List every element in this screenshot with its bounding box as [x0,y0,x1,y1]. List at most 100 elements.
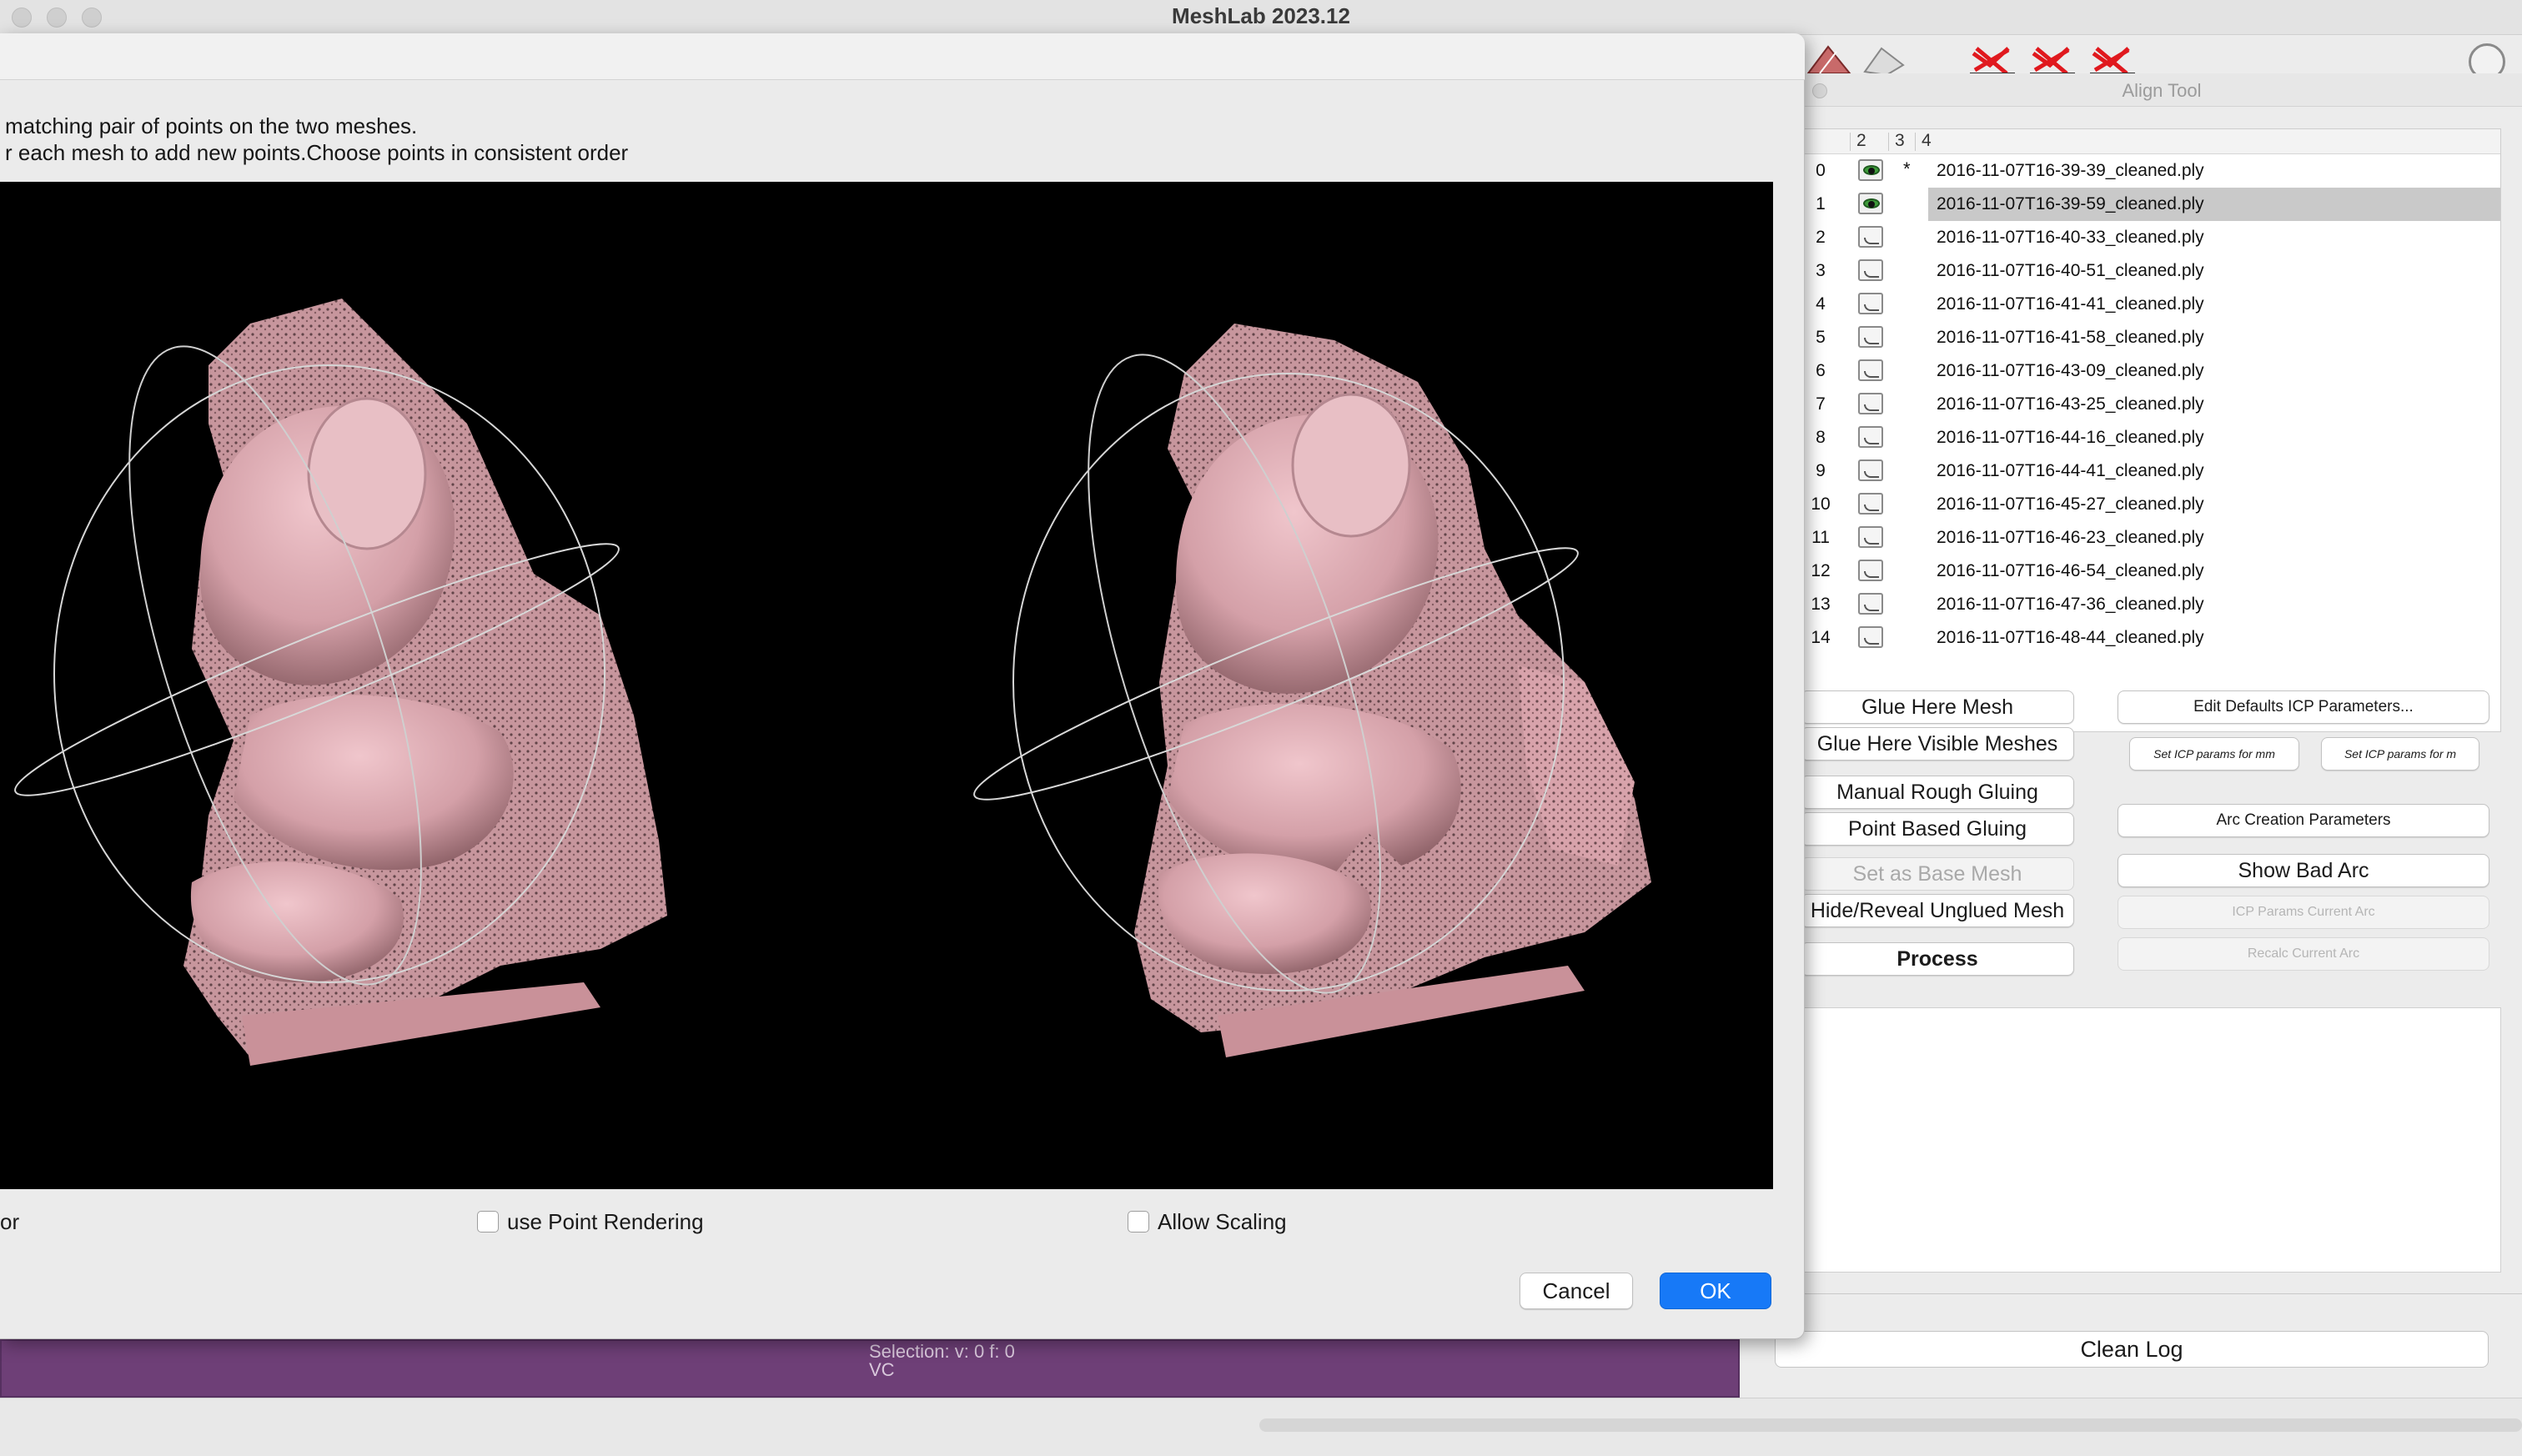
mesh-row[interactable]: 11 2016-11-07T16-46-23_cleaned.ply [1805,521,2500,555]
hide-reveal-unglued-mesh-button[interactable]: Hide/Reveal Unglued Mesh [1801,894,2074,927]
instruction-line-1: matching pair of points on the two meshe… [5,113,418,138]
base-mesh-marker: * [1903,158,1911,179]
mesh-row[interactable]: 5 2016-11-07T16-41-58_cleaned.ply [1805,321,2500,354]
mesh-row[interactable]: 4 2016-11-07T16-41-41_cleaned.ply [1805,288,2500,321]
mesh-row[interactable]: 7 2016-11-07T16-43-25_cleaned.ply [1805,388,2500,421]
arc-creation-parameters-button[interactable]: Arc Creation Parameters [2118,804,2489,837]
mesh-filename[interactable]: 2016-11-07T16-41-41_cleaned.ply [1928,288,2500,321]
align-tool-header: Align Tool [1801,73,2522,107]
mesh-hidden-icon[interactable] [1858,459,1883,481]
allow-scaling-checkbox[interactable] [1128,1211,1149,1233]
mesh-row[interactable]: 2 2016-11-07T16-40-33_cleaned.ply [1805,221,2500,254]
mesh-viewer-pair[interactable] [0,182,1773,1189]
column-header-4[interactable]: 4 [1922,131,1932,151]
manual-rough-gluing-button[interactable]: Manual Rough Gluing [1801,776,2074,809]
edit-defaults-icp-parameters-button[interactable]: Edit Defaults ICP Parameters... [2118,690,2489,724]
mesh-hidden-icon[interactable] [1858,593,1883,615]
point-based-gluing-button[interactable]: Point Based Gluing [1801,812,2074,846]
mesh-filename[interactable]: 2016-11-07T16-47-36_cleaned.ply [1928,588,2500,621]
mesh-row[interactable]: 6 2016-11-07T16-43-09_cleaned.ply [1805,354,2500,388]
mesh-row-id: 0 [1816,161,1826,180]
mesh-filename[interactable]: 2016-11-07T16-48-44_cleaned.ply [1928,621,2500,655]
mesh-row-id: 5 [1816,328,1826,347]
mesh-viewer-canvas[interactable] [0,182,1773,1189]
curve-shape [1864,271,1879,278]
set-icp-params-mm-button[interactable]: Set ICP params for mm [2129,737,2299,771]
mesh-hidden-icon[interactable] [1858,359,1883,381]
column-separator [1915,133,1916,151]
mesh-row[interactable]: 12 2016-11-07T16-46-54_cleaned.ply [1805,555,2500,588]
eye-visible-icon[interactable] [1858,159,1883,181]
column-header-2[interactable]: 2 [1856,131,1866,151]
mesh-row-id: 1 [1816,194,1826,213]
mesh-row[interactable]: 13 2016-11-07T16-47-36_cleaned.ply [1805,588,2500,621]
curve-shape [1864,471,1879,478]
mesh-hidden-icon[interactable] [1858,293,1883,314]
mesh-filename[interactable]: 2016-11-07T16-46-23_cleaned.ply [1928,521,2500,555]
set-as-base-mesh-button[interactable]: Set as Base Mesh [1801,857,2074,891]
curve-shape [1864,571,1879,578]
align-log-area[interactable] [1804,1007,2501,1273]
mesh-hidden-icon[interactable] [1858,226,1883,248]
glue-here-mesh-button[interactable]: Glue Here Mesh [1801,690,2074,724]
mesh-hidden-icon[interactable] [1858,560,1883,581]
mesh-row-id: 2 [1816,228,1826,247]
left-mesh-view[interactable] [3,299,667,1066]
curve-shape [1864,438,1879,444]
clean-log-button[interactable]: Clean Log [1775,1331,2489,1368]
column-header-3[interactable]: 3 [1895,131,1905,151]
glue-here-visible-meshes-button[interactable]: Glue Here Visible Meshes [1801,727,2074,761]
mesh-hidden-icon[interactable] [1858,393,1883,414]
mesh-row-id: 12 [1811,561,1831,580]
mesh-filename[interactable]: 2016-11-07T16-46-54_cleaned.ply [1928,555,2500,588]
mesh-filename[interactable]: 2016-11-07T16-40-33_cleaned.ply [1928,221,2500,254]
app-title: MeshLab 2023.12 [1172,3,1350,28]
mesh-filename[interactable]: 2016-11-07T16-44-16_cleaned.ply [1928,421,2500,454]
show-bad-arc-button[interactable]: Show Bad Arc [2118,854,2489,887]
process-button[interactable]: Process [1801,942,2074,976]
cancel-button[interactable]: Cancel [1520,1273,1633,1309]
mesh-row[interactable]: 14 2016-11-07T16-48-44_cleaned.ply [1805,621,2500,655]
right-mesh-view[interactable] [962,323,1651,1057]
mesh-filename[interactable]: 2016-11-07T16-45-27_cleaned.ply [1928,488,2500,521]
use-point-rendering-checkbox[interactable] [477,1211,499,1233]
mesh-filename[interactable]: 2016-11-07T16-39-59_cleaned.ply [1928,188,2500,221]
mesh-filename[interactable]: 2016-11-07T16-41-58_cleaned.ply [1928,321,2500,354]
mesh-filename[interactable]: 2016-11-07T16-40-51_cleaned.ply [1928,254,2500,288]
horizontal-scrollbar[interactable] [1259,1418,2522,1432]
option-partial-label: or [0,1209,20,1234]
mesh-row-id: 14 [1811,628,1831,647]
set-icp-params-m-button[interactable]: Set ICP params for m [2321,737,2479,771]
mesh-hidden-icon[interactable] [1858,326,1883,348]
mesh-row-id: 6 [1816,361,1826,380]
curve-shape [1864,605,1879,611]
recalc-current-arc-button[interactable]: Recalc Current Arc [2118,937,2489,971]
mesh-row-id: 3 [1816,261,1826,280]
mesh-filename[interactable]: 2016-11-07T16-43-25_cleaned.ply [1928,388,2500,421]
mesh-row-id: 13 [1811,595,1831,614]
mesh-hidden-icon[interactable] [1858,626,1883,648]
ok-button[interactable]: OK [1660,1273,1771,1309]
mesh-row[interactable]: 1 2016-11-07T16-39-59_cleaned.ply [1805,188,2500,221]
mesh-row[interactable]: 9 2016-11-07T16-44-41_cleaned.ply [1805,454,2500,488]
mesh-hidden-icon[interactable] [1858,259,1883,281]
mesh-filename[interactable]: 2016-11-07T16-39-39_cleaned.ply [1928,154,2500,188]
mesh-row[interactable]: 8 2016-11-07T16-44-16_cleaned.ply [1805,421,2500,454]
column-separator [1888,133,1889,151]
mesh-tree-table[interactable]: 2 3 4 0 * 2016-11-07T16-39-39_cleaned.ply 1… [1804,128,2501,732]
mesh-row-id: 7 [1816,394,1826,414]
main-titlebar: MeshLab 2023.12 [0,0,2522,35]
mesh-hidden-icon[interactable] [1858,493,1883,515]
mesh-filename[interactable]: 2016-11-07T16-43-09_cleaned.ply [1928,354,2500,388]
mesh-hidden-icon[interactable] [1858,426,1883,448]
use-point-rendering-label[interactable]: use Point Rendering [507,1209,704,1235]
eye-visible-icon[interactable] [1858,193,1883,214]
allow-scaling-label[interactable]: Allow Scaling [1158,1209,1287,1235]
curve-shape [1864,304,1879,311]
icp-params-current-arc-button[interactable]: ICP Params Current Arc [2118,896,2489,929]
mesh-row[interactable]: 0 * 2016-11-07T16-39-39_cleaned.ply [1805,154,2500,188]
mesh-row[interactable]: 3 2016-11-07T16-40-51_cleaned.ply [1805,254,2500,288]
mesh-row[interactable]: 10 2016-11-07T16-45-27_cleaned.ply [1805,488,2500,521]
mesh-filename[interactable]: 2016-11-07T16-44-41_cleaned.ply [1928,454,2500,488]
mesh-hidden-icon[interactable] [1858,526,1883,548]
